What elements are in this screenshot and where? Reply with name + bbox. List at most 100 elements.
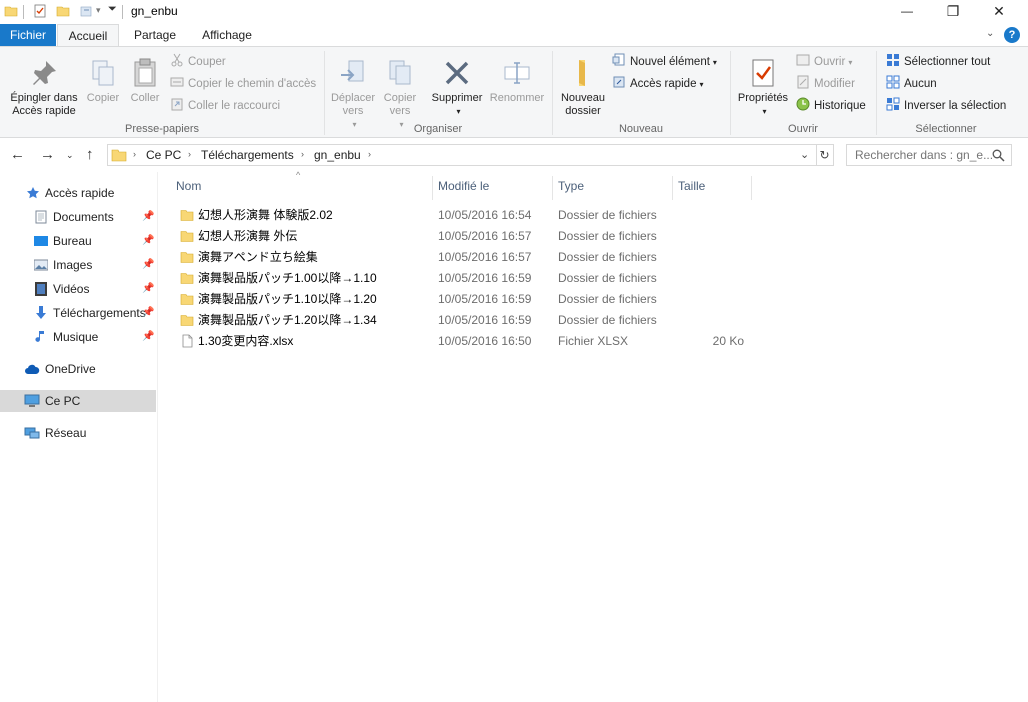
history-button[interactable]: Historique [796,97,866,115]
pin-quick-access-button[interactable]: Épingler dans Accès rapide [4,57,84,118]
copy-icon [92,60,114,86]
pin-icon[interactable]: 📌 [142,254,154,276]
undo-icon[interactable] [79,4,93,18]
forward-arrow-icon[interactable]: → [40,146,55,163]
column-header-modified[interactable]: Modifié le [438,172,552,200]
copy-path-button[interactable]: Copier le chemin d'accès [170,75,316,93]
folder-icon [180,252,194,263]
file-modified: 10/05/2016 16:57 [438,229,532,243]
file-row[interactable]: 幻想人形演舞 外伝 10/05/2016 16:57 Dossier de fich… [176,226,752,247]
close-button[interactable]: ✕ [976,0,1022,22]
open-button[interactable]: Ouvrir ▾ [796,53,852,71]
address-history-icon[interactable]: ⌄ [800,148,809,161]
divider[interactable] [432,176,433,200]
chevron-right-icon[interactable]: › [133,149,136,159]
file-row[interactable]: 演舞製品版パッチ1.00以降→1.10 10/05/2016 16:59 Dossi… [176,268,752,289]
select-none-button[interactable]: Aucun [886,75,937,93]
help-button[interactable]: ? [1004,27,1020,43]
up-arrow-icon[interactable]: ↑ [86,146,94,163]
invert-selection-icon [886,97,900,111]
file-type: Dossier de fichiers [558,292,657,306]
nav-desktop[interactable]: Bureau 📌 [0,230,156,252]
nav-videos[interactable]: Vidéos 📌 [0,278,156,300]
pin-icon[interactable]: 📌 [142,326,154,348]
invert-selection-button[interactable]: Inverser la sélection [886,97,1006,115]
new-folder-icon[interactable] [56,4,70,18]
column-header-type[interactable]: Type [558,172,672,200]
chevron-right-icon[interactable]: › [368,149,371,159]
tab-share[interactable]: Partage [124,24,186,46]
pin-icon[interactable]: 📌 [142,302,154,324]
desktop-icon [34,236,48,246]
file-row[interactable]: 幻想人形演舞 体験版2.02 10/05/2016 16:54 Dossier de… [176,205,752,226]
divider [23,5,24,19]
copy-to-button[interactable]: Copier vers ▾ [378,57,422,131]
file-row[interactable]: 1.30変更内容.xlsx 10/05/2016 16:50 Fichier XLS… [176,331,752,352]
search-input[interactable] [846,144,1012,166]
nav-pictures[interactable]: Images 📌 [0,254,156,276]
collapse-ribbon-icon[interactable]: ⌄ [986,28,994,39]
nav-documents[interactable]: Documents 📌 [0,206,156,228]
cut-button[interactable]: Couper [170,53,226,71]
pictures-icon [34,259,48,271]
nav-quick-access[interactable]: Accès rapide [0,182,156,204]
tab-view[interactable]: Affichage [194,24,260,46]
column-header-name[interactable]: Nom [176,172,432,200]
select-all-button[interactable]: Sélectionner tout [886,53,990,71]
breadcrumb-gn-enbu[interactable]: gn_enbu [314,148,361,162]
edit-button[interactable]: Modifier [796,75,855,93]
nav-downloads[interactable]: Téléchargements 📌 [0,302,156,324]
properties-button[interactable]: Propriétés ▾ [734,57,792,118]
qat-dropdown-icon[interactable]: ▾ [96,5,101,16]
properties-icon[interactable] [33,4,47,18]
nav-onedrive[interactable]: OneDrive [0,358,156,380]
paste-shortcut-button[interactable]: Coller le raccourci [170,97,280,115]
file-name: 幻想人形演舞 外伝 [198,229,298,243]
column-header-size[interactable]: Taille [678,172,752,200]
delete-button[interactable]: Supprimer ▾ [428,57,486,118]
nav-this-pc[interactable]: Ce PC [0,390,156,412]
file-name: 演舞アペンド立ち絵集 [198,250,318,264]
divider[interactable] [552,176,553,200]
pin-icon[interactable]: 📌 [142,230,154,252]
tab-home[interactable]: Accueil [57,24,119,47]
easy-access-button[interactable]: Accès rapide ▾ [612,75,704,93]
rename-button[interactable]: Renommer [486,57,548,105]
nav-network[interactable]: Réseau [0,422,156,444]
nav-music[interactable]: Musique 📌 [0,326,156,348]
ribbon: Épingler dans Accès rapide Copier Coller… [0,46,1028,138]
select-all-icon [887,54,899,66]
file-row[interactable]: 演舞製品版パッチ1.10以降→1.20 10/05/2016 16:59 Dossi… [176,289,752,310]
chevron-right-icon[interactable]: › [301,149,304,159]
divider[interactable] [672,176,673,200]
customize-qat-icon[interactable]: ⏷ [108,3,117,16]
new-folder-button[interactable]: Nouveau dossier [556,57,610,118]
breadcrumb-this-pc[interactable]: Ce PC [146,148,181,162]
file-row[interactable]: 演舞アペンド立ち絵集 10/05/2016 16:57 Dossier de fic… [176,247,752,268]
music-note-icon [35,331,44,342]
easy-access-icon [613,76,625,88]
videos-icon [35,282,47,296]
restore-button[interactable]: ❐ [930,0,976,22]
divider[interactable] [751,176,752,200]
search-icon[interactable] [992,149,1005,162]
pin-icon[interactable]: 📌 [142,206,154,228]
tab-file[interactable]: Fichier [0,24,56,46]
copy-button[interactable]: Copier [84,57,122,105]
refresh-icon[interactable]: ↻ [816,144,834,166]
address-bar[interactable]: › Ce PC › Téléchargements › gn_enbu › ⌄ [107,144,817,166]
breadcrumb-downloads[interactable]: Téléchargements [201,148,294,162]
minimize-button[interactable]: — [884,0,930,22]
recent-locations-icon[interactable]: ⌄ [66,150,74,161]
new-item-button[interactable]: Nouvel élément ▾ [612,53,717,71]
folder-icon [111,149,127,162]
back-arrow-icon[interactable]: ← [10,146,25,163]
pin-icon[interactable]: 📌 [142,278,154,300]
paste-button[interactable]: Coller [126,57,164,105]
chevron-right-icon[interactable]: › [188,149,191,159]
move-to-icon [341,60,364,82]
clipboard-icon [134,58,156,87]
file-row[interactable]: 演舞製品版パッチ1.20以降→1.34 10/05/2016 16:59 Dossi… [176,310,752,331]
group-label-organize: Organiser [413,123,463,135]
move-to-button[interactable]: Déplacer vers ▾ [328,57,378,131]
